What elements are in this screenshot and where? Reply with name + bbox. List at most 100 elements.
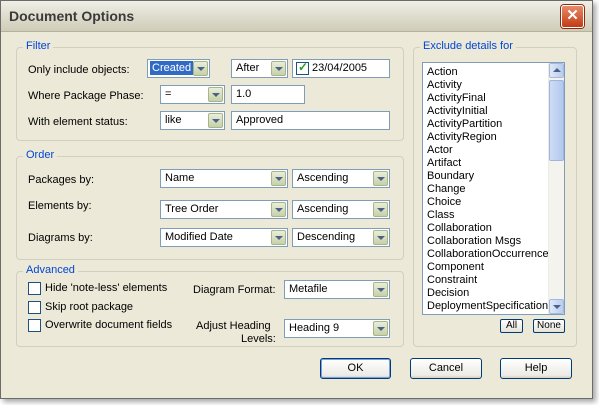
list-item[interactable]: Component — [427, 261, 484, 274]
diagrams-direction-combo[interactable]: Descending — [292, 228, 390, 247]
close-button[interactable]: ✕ — [561, 5, 584, 28]
list-item[interactable]: DeploymentSpecification — [427, 300, 548, 313]
document-options-dialog: Document Options ✕ Filter Only include o… — [0, 0, 593, 399]
status-operator-value: like — [165, 114, 182, 126]
chevron-down-icon[interactable] — [373, 282, 388, 297]
chevron-down-icon[interactable] — [373, 321, 388, 336]
list-item[interactable]: CollaborationOccurrence — [427, 248, 549, 261]
overwrite-fields-label[interactable]: Overwrite document fields — [45, 319, 172, 331]
diagram-format-combo[interactable]: Metafile — [284, 280, 390, 299]
packages-by-value: Name — [165, 172, 195, 184]
list-item[interactable]: Collaboration Msgs — [427, 235, 521, 248]
chevron-down-icon[interactable] — [208, 113, 223, 128]
diagram-format-label: Diagram Format: — [193, 284, 276, 296]
exclude-group-title: Exclude details for — [420, 40, 516, 52]
when-combo[interactable]: After — [231, 59, 288, 78]
elements-by-combo[interactable]: Tree Order — [160, 200, 288, 219]
date-picker[interactable]: 23/04/2005 — [292, 59, 390, 78]
hide-noteless-label[interactable]: Hide 'note-less' elements — [45, 282, 167, 294]
scroll-thumb[interactable] — [549, 80, 564, 161]
chevron-down-icon[interactable] — [271, 61, 286, 76]
object-type-value: Created — [150, 61, 194, 75]
packages-direction-combo[interactable]: Ascending — [292, 169, 390, 188]
help-label: Help — [524, 362, 548, 374]
select-all-button[interactable]: All — [500, 319, 523, 333]
elements-direction-value: Ascending — [297, 203, 349, 215]
status-value-text: Approved — [236, 114, 284, 126]
elements-by-value: Tree Order — [165, 203, 219, 215]
select-none-label: None — [537, 320, 561, 331]
list-item[interactable]: Decision — [427, 287, 469, 300]
list-scrollbar[interactable] — [548, 63, 564, 314]
chevron-down-icon[interactable] — [271, 230, 286, 245]
list-item[interactable]: DiagramFrame — [427, 313, 500, 314]
diagram-format-value: Metafile — [289, 283, 328, 295]
list-item[interactable]: Constraint — [427, 274, 477, 287]
chevron-down-icon[interactable] — [271, 171, 286, 186]
when-value: After — [236, 62, 260, 74]
list-item[interactable]: Boundary — [427, 170, 474, 183]
elements-direction-combo[interactable]: Ascending — [292, 200, 390, 219]
select-all-label: All — [505, 320, 518, 331]
advanced-group-title: Advanced — [23, 264, 78, 276]
status-operator-combo[interactable]: like — [160, 111, 225, 130]
scroll-down-button[interactable] — [549, 299, 564, 314]
packages-by-combo[interactable]: Name — [160, 169, 288, 188]
order-group-title: Order — [23, 149, 58, 161]
heading-levels-label-line2: Levels: — [241, 333, 276, 345]
object-type-combo[interactable]: Created — [147, 59, 210, 78]
overwrite-fields-checkbox[interactable] — [28, 319, 41, 332]
help-button[interactable]: Help — [500, 358, 572, 379]
diagrams-by-combo[interactable]: Modified Date — [160, 228, 288, 247]
list-item[interactable]: Actor — [427, 144, 453, 157]
list-item[interactable]: Change — [427, 183, 466, 196]
list-item[interactable]: Choice — [427, 196, 461, 209]
element-status-label: With element status: — [28, 116, 128, 128]
list-item[interactable]: Collaboration — [427, 222, 492, 235]
only-include-label: Only include objects: — [28, 64, 130, 76]
close-icon: ✕ — [566, 7, 579, 24]
date-value: 23/04/2005 — [312, 62, 368, 74]
title-bar[interactable]: Document Options ✕ — [1, 1, 592, 32]
phase-value-input[interactable]: 1.0 — [231, 85, 305, 104]
phase-operator-value: = — [165, 88, 172, 100]
list-item[interactable]: Artifact — [427, 157, 461, 170]
exclude-list[interactable]: Action Activity ActivityFinal ActivityIniti… — [422, 62, 565, 315]
package-phase-label: Where Package Phase: — [28, 90, 144, 102]
heading-levels-combo[interactable]: Heading 9 — [284, 319, 390, 338]
scroll-up-button[interactable] — [549, 63, 564, 78]
date-enabled-checkbox[interactable] — [296, 60, 309, 75]
filter-group-title: Filter — [23, 40, 54, 52]
chevron-down-icon[interactable] — [373, 202, 388, 217]
list-item[interactable]: Class — [427, 209, 455, 222]
chevron-down-icon[interactable] — [193, 61, 208, 76]
packages-by-label: Packages by: — [28, 174, 95, 186]
list-item[interactable]: ActivityInitial — [427, 105, 488, 118]
phase-value-text: 1.0 — [236, 88, 252, 100]
diagrams-by-value: Modified Date — [165, 231, 233, 243]
skip-root-checkbox[interactable] — [28, 301, 41, 314]
diagrams-by-label: Diagrams by: — [28, 232, 93, 244]
list-item[interactable]: Activity — [427, 79, 462, 92]
chevron-down-icon[interactable] — [373, 171, 388, 186]
list-item[interactable]: ActivityFinal — [427, 92, 486, 105]
chevron-down-icon[interactable] — [373, 230, 388, 245]
skip-root-label[interactable]: Skip root package — [45, 301, 133, 313]
list-item[interactable]: ActivityRegion — [427, 131, 497, 144]
ok-button[interactable]: OK — [320, 358, 391, 379]
chevron-down-icon[interactable] — [208, 87, 223, 102]
ok-label: OK — [347, 362, 364, 374]
phase-operator-combo[interactable]: = — [160, 85, 225, 104]
packages-direction-value: Ascending — [297, 172, 349, 184]
list-item[interactable]: ActivityPartition — [427, 118, 502, 131]
status-value-input[interactable]: Approved — [231, 111, 390, 130]
chevron-down-icon[interactable] — [271, 202, 286, 217]
list-item[interactable]: Action — [427, 66, 458, 79]
cancel-button[interactable]: Cancel — [410, 358, 482, 379]
select-none-button[interactable]: None — [533, 319, 565, 333]
elements-by-label: Elements by: — [28, 200, 92, 212]
cancel-label: Cancel — [428, 362, 464, 374]
heading-levels-label-line1: Adjust Heading — [196, 320, 271, 332]
hide-noteless-checkbox[interactable] — [28, 282, 41, 295]
dialog-title: Document Options — [9, 8, 135, 24]
